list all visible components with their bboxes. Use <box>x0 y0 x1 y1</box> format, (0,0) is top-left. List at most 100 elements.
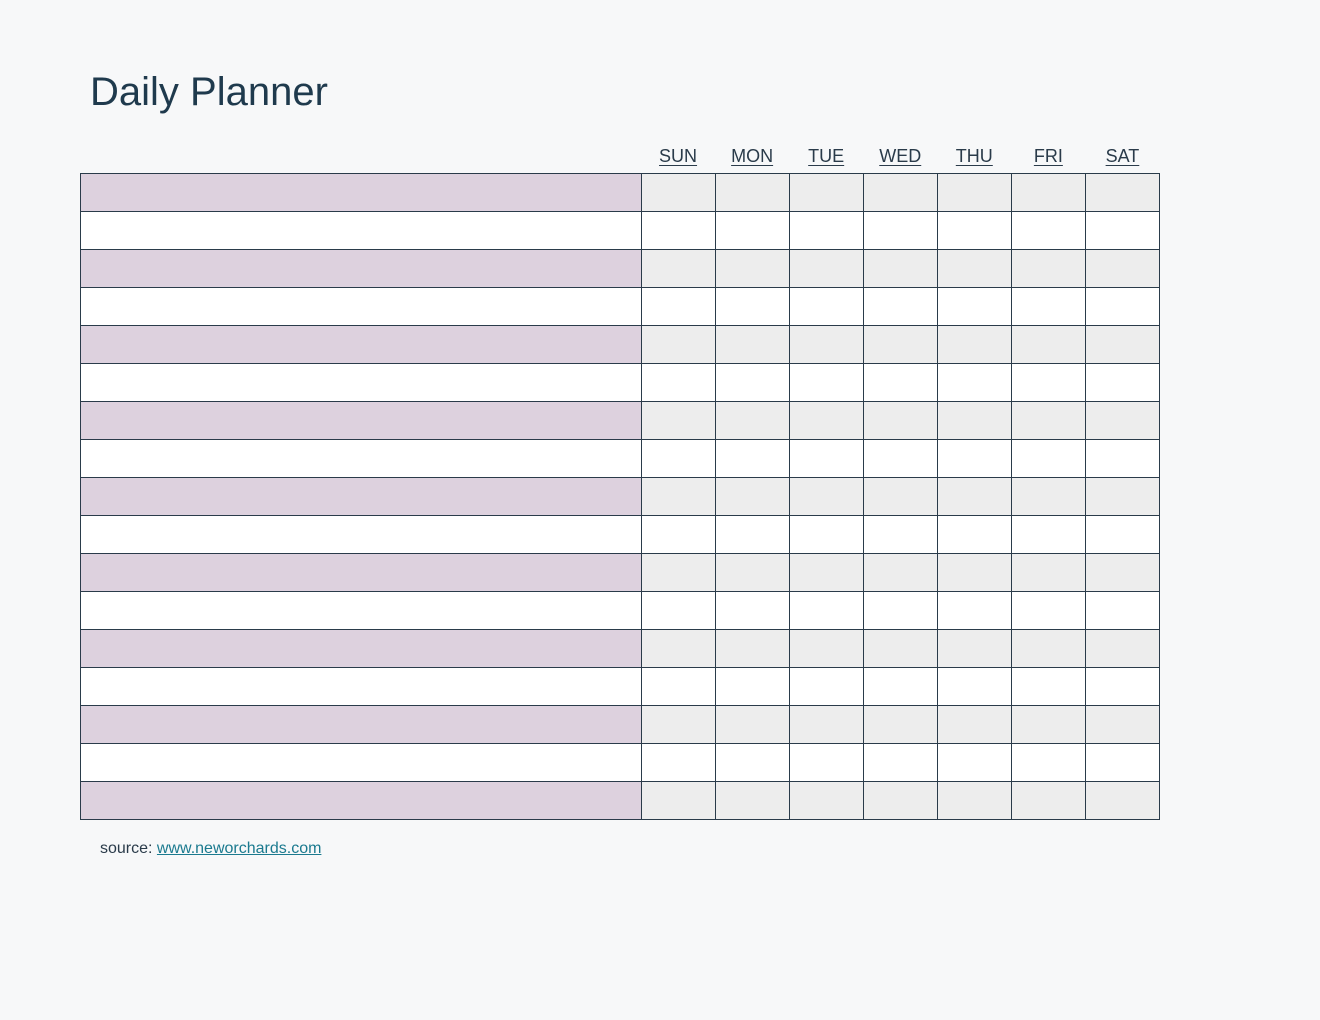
day-cell[interactable] <box>789 440 863 478</box>
day-cell[interactable] <box>789 782 863 820</box>
task-cell[interactable] <box>81 402 642 440</box>
task-cell[interactable] <box>81 782 642 820</box>
day-cell[interactable] <box>1085 782 1159 820</box>
day-cell[interactable] <box>1011 364 1085 402</box>
day-cell[interactable] <box>789 364 863 402</box>
day-cell[interactable] <box>789 744 863 782</box>
day-cell[interactable] <box>937 174 1011 212</box>
task-cell[interactable] <box>81 440 642 478</box>
day-cell[interactable] <box>641 288 715 326</box>
day-cell[interactable] <box>1085 402 1159 440</box>
day-cell[interactable] <box>863 212 937 250</box>
day-cell[interactable] <box>1011 516 1085 554</box>
day-cell[interactable] <box>1011 592 1085 630</box>
day-cell[interactable] <box>715 364 789 402</box>
day-cell[interactable] <box>641 440 715 478</box>
day-cell[interactable] <box>715 478 789 516</box>
day-cell[interactable] <box>715 668 789 706</box>
day-cell[interactable] <box>715 174 789 212</box>
task-cell[interactable] <box>81 288 642 326</box>
day-cell[interactable] <box>641 630 715 668</box>
day-cell[interactable] <box>937 326 1011 364</box>
day-cell[interactable] <box>937 478 1011 516</box>
day-cell[interactable] <box>715 554 789 592</box>
day-cell[interactable] <box>937 212 1011 250</box>
day-cell[interactable] <box>1085 364 1159 402</box>
day-cell[interactable] <box>641 212 715 250</box>
day-cell[interactable] <box>1011 326 1085 364</box>
day-cell[interactable] <box>641 174 715 212</box>
day-cell[interactable] <box>789 554 863 592</box>
day-cell[interactable] <box>715 630 789 668</box>
day-cell[interactable] <box>863 592 937 630</box>
day-cell[interactable] <box>1085 288 1159 326</box>
day-cell[interactable] <box>1011 706 1085 744</box>
day-cell[interactable] <box>1085 326 1159 364</box>
day-cell[interactable] <box>789 478 863 516</box>
day-cell[interactable] <box>937 440 1011 478</box>
day-cell[interactable] <box>715 744 789 782</box>
day-cell[interactable] <box>937 706 1011 744</box>
day-cell[interactable] <box>715 592 789 630</box>
day-cell[interactable] <box>789 516 863 554</box>
day-cell[interactable] <box>1085 668 1159 706</box>
day-cell[interactable] <box>1085 478 1159 516</box>
day-cell[interactable] <box>1085 174 1159 212</box>
day-cell[interactable] <box>789 250 863 288</box>
day-cell[interactable] <box>863 174 937 212</box>
day-cell[interactable] <box>1011 554 1085 592</box>
day-cell[interactable] <box>1085 212 1159 250</box>
day-cell[interactable] <box>641 364 715 402</box>
day-cell[interactable] <box>1011 668 1085 706</box>
day-cell[interactable] <box>937 516 1011 554</box>
day-cell[interactable] <box>789 288 863 326</box>
task-cell[interactable] <box>81 516 642 554</box>
day-cell[interactable] <box>1085 630 1159 668</box>
day-cell[interactable] <box>641 554 715 592</box>
day-cell[interactable] <box>937 250 1011 288</box>
task-cell[interactable] <box>81 668 642 706</box>
day-cell[interactable] <box>937 592 1011 630</box>
day-cell[interactable] <box>1011 402 1085 440</box>
day-cell[interactable] <box>937 554 1011 592</box>
day-cell[interactable] <box>1085 554 1159 592</box>
task-cell[interactable] <box>81 212 642 250</box>
day-cell[interactable] <box>715 706 789 744</box>
day-cell[interactable] <box>789 174 863 212</box>
day-cell[interactable] <box>641 250 715 288</box>
day-cell[interactable] <box>863 250 937 288</box>
day-cell[interactable] <box>715 402 789 440</box>
day-cell[interactable] <box>1085 744 1159 782</box>
day-cell[interactable] <box>789 592 863 630</box>
day-cell[interactable] <box>1011 250 1085 288</box>
day-cell[interactable] <box>1011 212 1085 250</box>
day-cell[interactable] <box>641 478 715 516</box>
task-cell[interactable] <box>81 744 642 782</box>
day-cell[interactable] <box>863 554 937 592</box>
day-cell[interactable] <box>863 706 937 744</box>
day-cell[interactable] <box>1011 440 1085 478</box>
day-cell[interactable] <box>863 668 937 706</box>
day-cell[interactable] <box>937 402 1011 440</box>
task-cell[interactable] <box>81 630 642 668</box>
day-cell[interactable] <box>715 782 789 820</box>
day-cell[interactable] <box>937 288 1011 326</box>
day-cell[interactable] <box>1011 478 1085 516</box>
day-cell[interactable] <box>863 364 937 402</box>
day-cell[interactable] <box>789 668 863 706</box>
day-cell[interactable] <box>641 326 715 364</box>
day-cell[interactable] <box>1011 630 1085 668</box>
day-cell[interactable] <box>715 250 789 288</box>
day-cell[interactable] <box>789 706 863 744</box>
day-cell[interactable] <box>1011 782 1085 820</box>
day-cell[interactable] <box>789 630 863 668</box>
task-cell[interactable] <box>81 706 642 744</box>
task-cell[interactable] <box>81 326 642 364</box>
task-cell[interactable] <box>81 364 642 402</box>
day-cell[interactable] <box>641 744 715 782</box>
day-cell[interactable] <box>863 744 937 782</box>
day-cell[interactable] <box>1085 592 1159 630</box>
day-cell[interactable] <box>715 288 789 326</box>
day-cell[interactable] <box>641 516 715 554</box>
task-cell[interactable] <box>81 250 642 288</box>
